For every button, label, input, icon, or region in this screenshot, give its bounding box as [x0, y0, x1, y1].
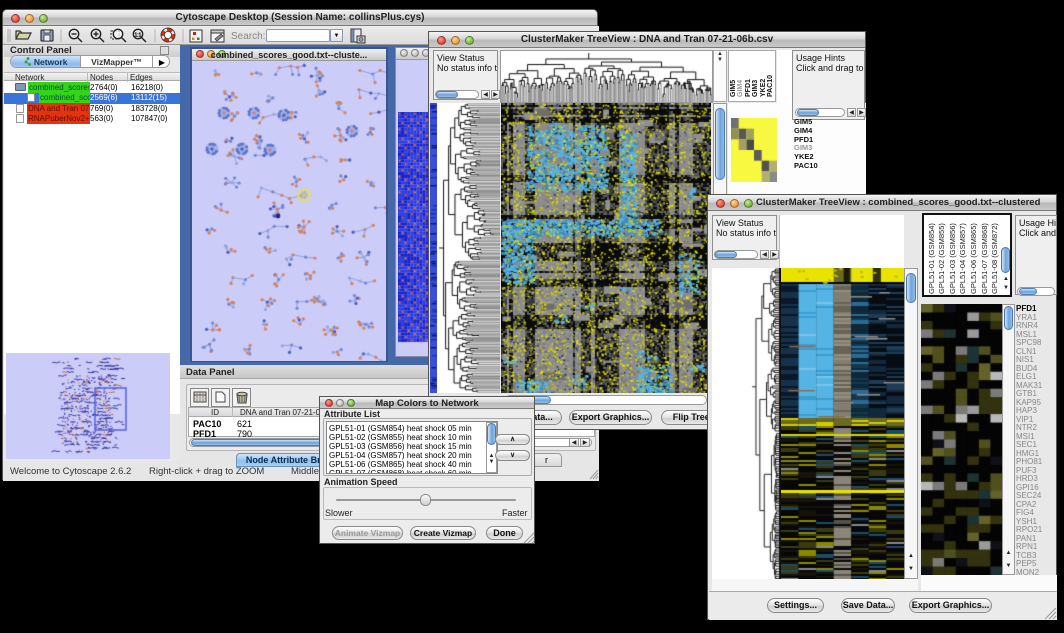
svg-text:Search:: Search:	[231, 31, 265, 42]
svg-text:1:1: 1:1	[135, 33, 142, 39]
